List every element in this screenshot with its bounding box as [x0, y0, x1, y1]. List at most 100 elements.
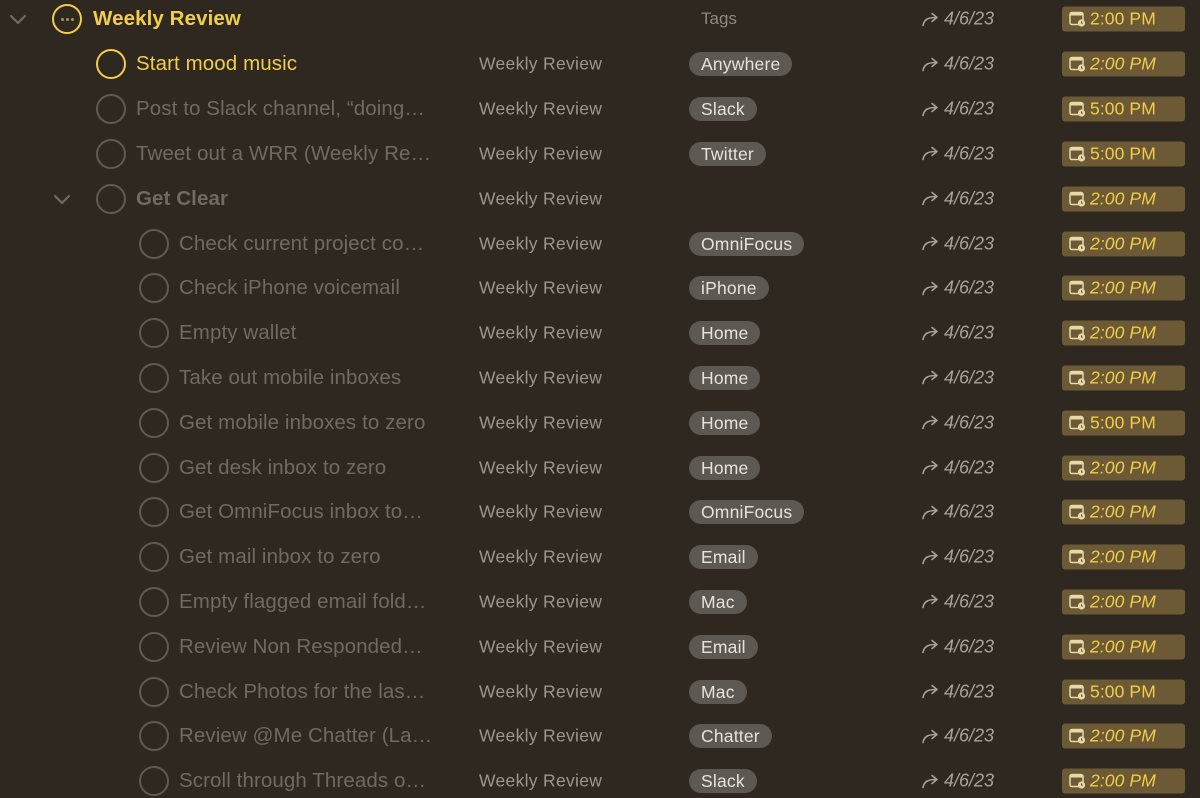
due-badge[interactable]: 2:00 PM [1062, 186, 1185, 212]
defer-date[interactable]: 4/6/23 [921, 771, 994, 792]
task-title[interactable]: Review @Me Chatter (La… [179, 724, 432, 748]
due-badge[interactable]: 2:00 PM [1062, 6, 1185, 32]
task-title[interactable]: Check current project co… [179, 232, 424, 256]
due-badge[interactable]: 5:00 PM [1062, 410, 1185, 436]
defer-date[interactable]: 4/6/23 [921, 278, 994, 299]
due-badge[interactable]: 5:00 PM [1062, 141, 1185, 167]
task-checkbox[interactable] [139, 631, 169, 662]
task-title[interactable]: Empty wallet [179, 321, 296, 345]
defer-date[interactable]: 4/6/23 [921, 9, 994, 30]
task-row[interactable]: Scroll through Threads o… Weekly Review Sl… [0, 759, 1200, 798]
defer-date[interactable]: 4/6/23 [921, 636, 994, 657]
task-title[interactable]: Start mood music [136, 52, 297, 76]
task-checkbox[interactable] [139, 228, 169, 259]
task-checkbox[interactable] [139, 586, 169, 617]
task-checkbox[interactable] [139, 362, 169, 393]
chevron-down-icon[interactable] [7, 8, 29, 30]
defer-date[interactable]: 4/6/23 [921, 143, 994, 164]
task-title[interactable]: Tweet out a WRR (Weekly Re… [136, 142, 431, 166]
project-row[interactable]: Weekly Review Tags 4/6/23 2:00 PM [0, 0, 1200, 42]
task-row[interactable]: Review @Me Chatter (La… Weekly Review Chat… [0, 714, 1200, 759]
project-name[interactable]: Weekly Review [479, 54, 602, 75]
tags-column-header[interactable]: Tags [701, 9, 737, 29]
defer-date[interactable]: 4/6/23 [921, 233, 994, 254]
task-title[interactable]: Get mobile inboxes to zero [179, 411, 425, 435]
task-row[interactable]: Get mobile inboxes to zero Weekly Review H… [0, 400, 1200, 445]
tag-pill[interactable]: Home [689, 455, 761, 480]
task-title[interactable]: Post to Slack channel, “doing… [136, 97, 425, 121]
task-row[interactable]: Start mood music Weekly Review Anywhere 4/6… [0, 42, 1200, 87]
tag-pill[interactable]: Anywhere [689, 52, 793, 77]
task-title[interactable]: Scroll through Threads o… [179, 769, 426, 793]
project-name[interactable]: Weekly Review [479, 367, 602, 388]
defer-date[interactable]: 4/6/23 [921, 54, 994, 75]
task-row[interactable]: Review Non Responded… Weekly Review Email 4… [0, 624, 1200, 669]
due-badge[interactable]: 5:00 PM [1062, 679, 1185, 705]
task-row[interactable]: Check iPhone voicemail Weekly Review iPhon… [0, 266, 1200, 311]
task-checkbox[interactable] [139, 721, 169, 752]
task-checkbox[interactable] [139, 273, 169, 304]
task-title[interactable]: Get OmniFocus inbox to… [179, 500, 423, 524]
task-title[interactable]: Check Photos for the las… [179, 680, 425, 704]
tag-pill[interactable]: Slack [689, 97, 757, 122]
task-checkbox[interactable] [139, 497, 169, 528]
task-row[interactable]: Get desk inbox to zero Weekly Review Home 4… [0, 445, 1200, 490]
project-status-button[interactable] [52, 4, 82, 35]
task-title[interactable]: Get desk inbox to zero [179, 456, 386, 480]
task-checkbox[interactable] [139, 318, 169, 349]
task-row[interactable]: Check current project co… Weekly Review Om… [0, 221, 1200, 266]
chevron-down-icon[interactable] [51, 188, 73, 210]
tag-pill[interactable]: Chatter [689, 724, 772, 749]
task-checkbox[interactable] [139, 407, 169, 438]
task-group-row[interactable]: Get Clear Weekly Review 4/6/23 2:00 PM [0, 176, 1200, 221]
project-title[interactable]: Weekly Review [93, 7, 241, 31]
tag-pill[interactable]: OmniFocus [689, 231, 805, 256]
tag-pill[interactable]: Home [689, 321, 761, 346]
task-title[interactable]: Get mail inbox to zero [179, 545, 381, 569]
tag-pill[interactable]: Email [689, 634, 758, 659]
project-name[interactable]: Weekly Review [479, 547, 602, 568]
project-name[interactable]: Weekly Review [479, 188, 602, 209]
project-name[interactable]: Weekly Review [479, 143, 602, 164]
project-name[interactable]: Weekly Review [479, 457, 602, 478]
project-name[interactable]: Weekly Review [479, 99, 602, 120]
defer-date[interactable]: 4/6/23 [921, 547, 994, 568]
project-name[interactable]: Weekly Review [479, 681, 602, 702]
defer-date[interactable]: 4/6/23 [921, 367, 994, 388]
tag-pill[interactable]: Mac [689, 679, 747, 704]
task-checkbox[interactable] [139, 452, 169, 483]
task-title[interactable]: Empty flagged email fold… [179, 590, 426, 614]
task-title[interactable]: Check iPhone voicemail [179, 276, 400, 300]
tag-pill[interactable]: iPhone [689, 276, 769, 301]
due-badge[interactable]: 2:00 PM [1062, 544, 1185, 570]
task-row[interactable]: Empty flagged email fold… Weekly Review Ma… [0, 580, 1200, 625]
task-row[interactable]: Check Photos for the las… Weekly Review Ma… [0, 669, 1200, 714]
due-badge[interactable]: 2:00 PM [1062, 634, 1185, 660]
due-badge[interactable]: 2:00 PM [1062, 589, 1185, 615]
task-checkbox[interactable] [96, 183, 126, 214]
due-badge[interactable]: 2:00 PM [1062, 365, 1185, 391]
tag-pill[interactable]: Slack [689, 769, 757, 794]
task-title[interactable]: Take out mobile inboxes [179, 366, 401, 390]
task-row[interactable]: Get mail inbox to zero Weekly Review Email… [0, 535, 1200, 580]
task-row[interactable]: Take out mobile inboxes Weekly Review Home… [0, 356, 1200, 401]
defer-date[interactable]: 4/6/23 [921, 412, 994, 433]
defer-date[interactable]: 4/6/23 [921, 99, 994, 120]
project-name[interactable]: Weekly Review [479, 323, 602, 344]
tag-pill[interactable]: Email [689, 545, 758, 570]
task-row[interactable]: Get OmniFocus inbox to… Weekly Review Omni… [0, 490, 1200, 535]
project-name[interactable]: Weekly Review [479, 233, 602, 254]
task-row[interactable]: Tweet out a WRR (Weekly Re… Weekly Review… [0, 132, 1200, 177]
tag-pill[interactable]: Mac [689, 589, 747, 614]
defer-date[interactable]: 4/6/23 [921, 502, 994, 523]
project-name[interactable]: Weekly Review [479, 771, 602, 792]
due-badge[interactable]: 2:00 PM [1062, 723, 1185, 749]
task-row[interactable]: Post to Slack channel, “doing… Weekly Rev… [0, 87, 1200, 132]
tag-pill[interactable]: Home [689, 365, 761, 390]
task-title[interactable]: Get Clear [136, 187, 228, 211]
task-checkbox[interactable] [96, 138, 126, 169]
tag-pill[interactable]: Twitter [689, 141, 766, 166]
due-badge[interactable]: 2:00 PM [1062, 768, 1185, 794]
task-checkbox[interactable] [139, 676, 169, 707]
task-checkbox[interactable] [96, 94, 126, 125]
